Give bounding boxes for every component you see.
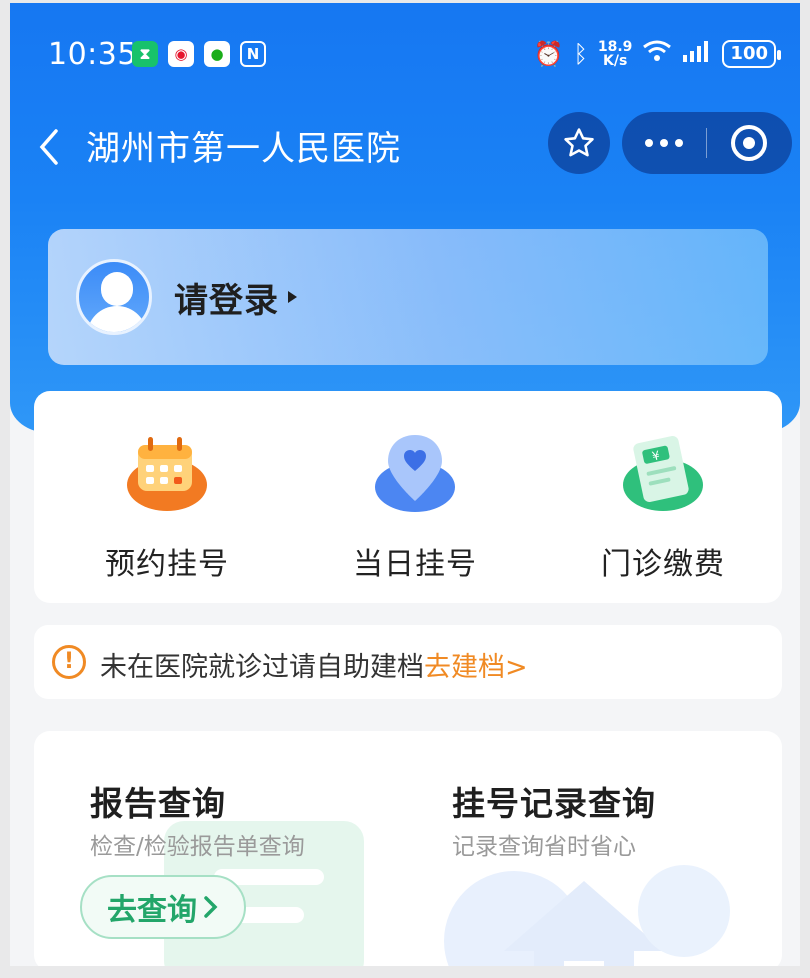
report-query-title[interactable]: 报告查询 (90, 777, 226, 825)
page-title: 湖州市第一人民医院 (86, 129, 401, 169)
create-record-link[interactable]: 去建档> (424, 652, 528, 683)
weibo-icon: ◉ (168, 41, 194, 67)
quick-menu: 预约挂号 当日挂号 ¥ 门诊缴费 (34, 391, 782, 603)
wechat-icon: ● (204, 41, 230, 67)
notice-text: 未在医院就诊过请自助建档去建档> (100, 645, 528, 684)
receipt-icon: ¥ (620, 429, 706, 515)
avatar (76, 259, 152, 335)
query-button[interactable]: 去查询 (80, 875, 246, 939)
record-query-subtitle: 记录查询省时省心 (452, 834, 636, 860)
back-button[interactable] (36, 117, 62, 178)
menu-item-payment[interactable]: ¥ 门诊缴费 (548, 429, 778, 583)
net-speed-unit: K/s (603, 52, 628, 69)
star-icon (564, 128, 594, 157)
miniapp-capsule (622, 112, 792, 174)
chevron-left-icon (39, 129, 58, 165)
menu-label: 当日挂号 (353, 547, 477, 582)
status-right: ⏰ ᛒ 18.9 K/s 100 (533, 39, 781, 68)
warning-icon: ! (52, 645, 86, 679)
registration-notice: ! 未在医院就诊过请自助建档去建档> (34, 625, 782, 699)
caret-right-icon (288, 291, 297, 303)
wifi-icon (642, 39, 672, 68)
hourglass-icon: ⧗ (132, 41, 158, 67)
more-button[interactable] (622, 112, 706, 174)
calendar-icon (124, 429, 210, 515)
phone-frame: 10:35 ⧗ ◉ ● N ⏰ ᛒ 18.9 K/s 100 湖州市第一人民医院 (0, 0, 810, 978)
close-miniapp-button[interactable] (707, 112, 791, 174)
nfc-icon: N (240, 41, 266, 67)
services-card: 报告查询 检查/检验报告单查询 去查询 挂号记录查询 记录查询省时省心 (34, 731, 782, 966)
favorite-button[interactable] (548, 112, 610, 174)
bluetooth-icon: ᛒ (573, 39, 588, 68)
menu-item-same-day[interactable]: 当日挂号 (300, 429, 530, 583)
signal-icon (682, 39, 712, 68)
login-label[interactable]: 请登录 (174, 273, 279, 322)
battery-icon: 100 (722, 39, 781, 68)
target-close-icon (731, 125, 767, 161)
net-speed: 18.9 K/s (598, 40, 633, 68)
more-dot (660, 139, 668, 147)
chevron-right-icon (204, 896, 218, 918)
net-speed-value: 18.9 (597, 38, 633, 55)
more-dot (675, 139, 683, 147)
status-bar: 10:35 ⧗ ◉ ● N ⏰ ᛒ 18.9 K/s 100 (10, 3, 800, 103)
notice-message: 未在医院就诊过请自助建档 (100, 652, 424, 683)
menu-label: 门诊缴费 (601, 547, 725, 582)
record-decoration (434, 851, 734, 966)
record-query-title[interactable]: 挂号记录查询 (452, 777, 656, 825)
location-heart-icon (372, 429, 458, 515)
report-query-subtitle: 检查/检验报告单查询 (90, 834, 305, 860)
status-time: 10:35 (48, 37, 137, 72)
nav-bar: 湖州市第一人民医院 (10, 109, 800, 179)
menu-label: 预约挂号 (105, 547, 229, 582)
more-dots-icon (645, 139, 653, 147)
alarm-icon: ⏰ (533, 39, 564, 68)
login-card[interactable]: 请登录 (48, 229, 768, 365)
menu-item-appointment[interactable]: 预约挂号 (52, 429, 282, 583)
query-button-label: 去查询 (107, 893, 197, 928)
